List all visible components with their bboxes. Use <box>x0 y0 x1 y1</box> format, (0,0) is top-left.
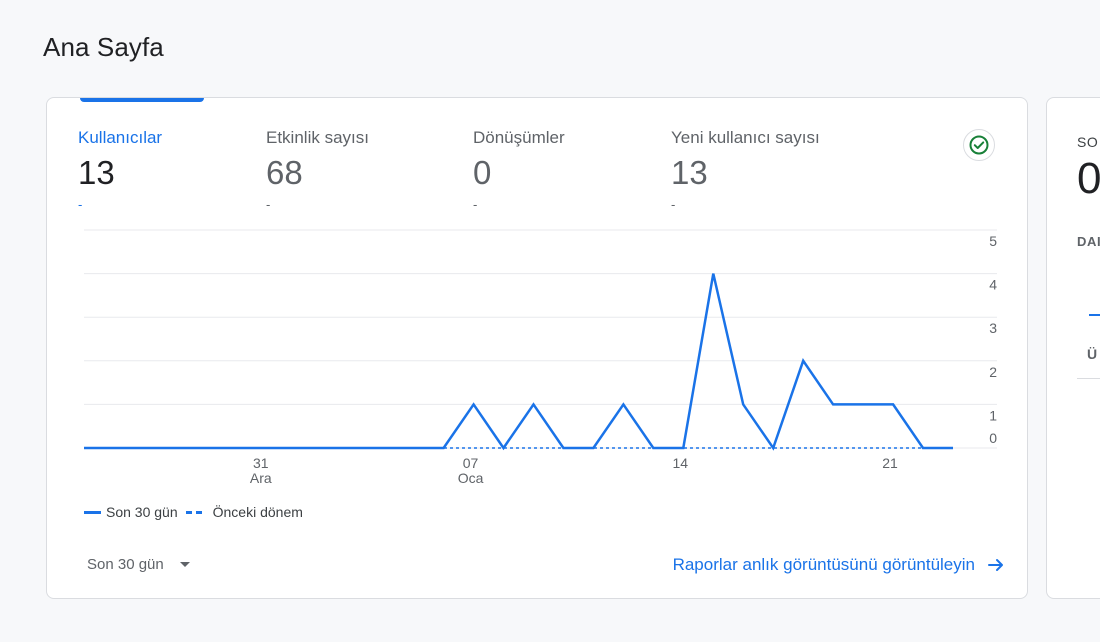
page-title: Ana Sayfa <box>43 32 164 62</box>
overview-card: Kullanıcılar 13 - Etkinlik sayısı 68 - D… <box>46 97 1028 599</box>
secondary-card: SO 0 DAI Ü <box>1046 97 1100 599</box>
x-tick-month-label: Ara <box>250 470 272 486</box>
y-tick-label: 1 <box>989 407 997 423</box>
legend-solid-swatch <box>84 510 101 514</box>
x-tick-label: 31 <box>253 455 269 471</box>
y-tick-label: 4 <box>989 277 997 293</box>
secondary-card-label: SO <box>1077 134 1099 150</box>
secondary-card-value: 0 <box>1077 154 1100 203</box>
y-tick-label: 2 <box>989 364 997 380</box>
legend-label-previous: Önceki dönem <box>212 504 303 520</box>
legend-label-current: Son 30 gün <box>106 504 178 520</box>
secondary-card-row-label: Ü <box>1087 346 1098 362</box>
caret-down-icon <box>179 562 190 567</box>
report-link-label: Raporlar anlık görüntüsünü görüntüleyin <box>672 555 975 574</box>
secondary-card-indicator <box>1089 314 1100 316</box>
chart-legend: Son 30 gün Önceki dönem <box>84 504 311 520</box>
legend-dashed-swatch <box>185 510 206 514</box>
view-reports-snapshot-link[interactable]: Raporlar anlık görüntüsünü görüntüleyin <box>673 555 1005 575</box>
x-tick-label: 07 <box>463 455 479 471</box>
y-tick-label: 0 <box>989 430 997 446</box>
date-range-dropdown[interactable]: Son 30 gün <box>87 556 190 573</box>
legend-item-previous: Önceki dönem <box>185 504 303 520</box>
y-tick-label: 3 <box>989 320 997 336</box>
x-tick-label: 21 <box>882 455 898 471</box>
y-tick-label: 5 <box>989 233 997 249</box>
legend-item-current: Son 30 gün <box>84 504 178 520</box>
x-tick-month-label: Oca <box>458 470 484 486</box>
x-tick-label: 14 <box>673 455 689 471</box>
users-line-chart: 54321031Ara07Oca14 21 <box>83 229 997 486</box>
arrow-right-icon <box>987 556 1005 574</box>
divider <box>1077 378 1100 379</box>
date-range-value: Son 30 gün <box>87 556 164 573</box>
secondary-card-subheading: DAI <box>1077 234 1100 249</box>
